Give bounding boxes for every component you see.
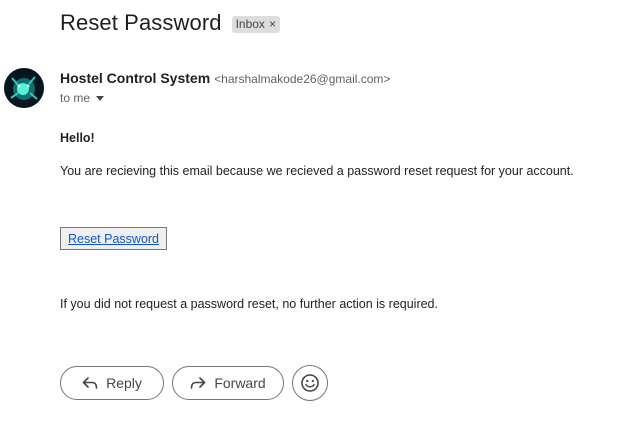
- inbox-label-chip[interactable]: Inbox ×: [231, 15, 280, 33]
- forward-arrow-icon: [190, 376, 206, 390]
- email-greeting: Hello!: [60, 131, 95, 145]
- reset-password-button[interactable]: Reset Password: [60, 227, 168, 250]
- emoji-reaction-button[interactable]: [292, 365, 328, 401]
- email-view: Reset Password Inbox × Hostel Control Sy…: [0, 0, 634, 430]
- reply-label: Reply: [106, 375, 142, 391]
- email-subject: Reset Password: [60, 10, 222, 35]
- email-body-line: If you did not request a password reset,…: [60, 297, 438, 311]
- subject-row: Reset Password Inbox ×: [60, 10, 280, 36]
- sender-email: <harshalmakode26@gmail.com>: [214, 72, 391, 86]
- recipient-details-toggle[interactable]: to me: [60, 91, 105, 105]
- email-body-line: You are recieving this email because we …: [60, 164, 574, 178]
- recipient-text: to me: [60, 91, 91, 105]
- sender-name[interactable]: Hostel Control System: [60, 70, 210, 86]
- reply-button[interactable]: Reply: [60, 366, 164, 400]
- reply-arrow-icon: [82, 376, 98, 390]
- sender-row: Hostel Control System <harshalmakode26@g…: [60, 70, 390, 86]
- forward-label: Forward: [214, 375, 266, 391]
- avatar-image: [4, 68, 44, 108]
- emoji-smile-icon: [300, 373, 320, 393]
- sender-avatar[interactable]: [4, 68, 44, 108]
- forward-button[interactable]: Forward: [172, 366, 284, 400]
- label-text: Inbox: [235, 16, 265, 31]
- caret-down-icon[interactable]: [96, 96, 105, 101]
- remove-label-icon[interactable]: ×: [269, 17, 276, 31]
